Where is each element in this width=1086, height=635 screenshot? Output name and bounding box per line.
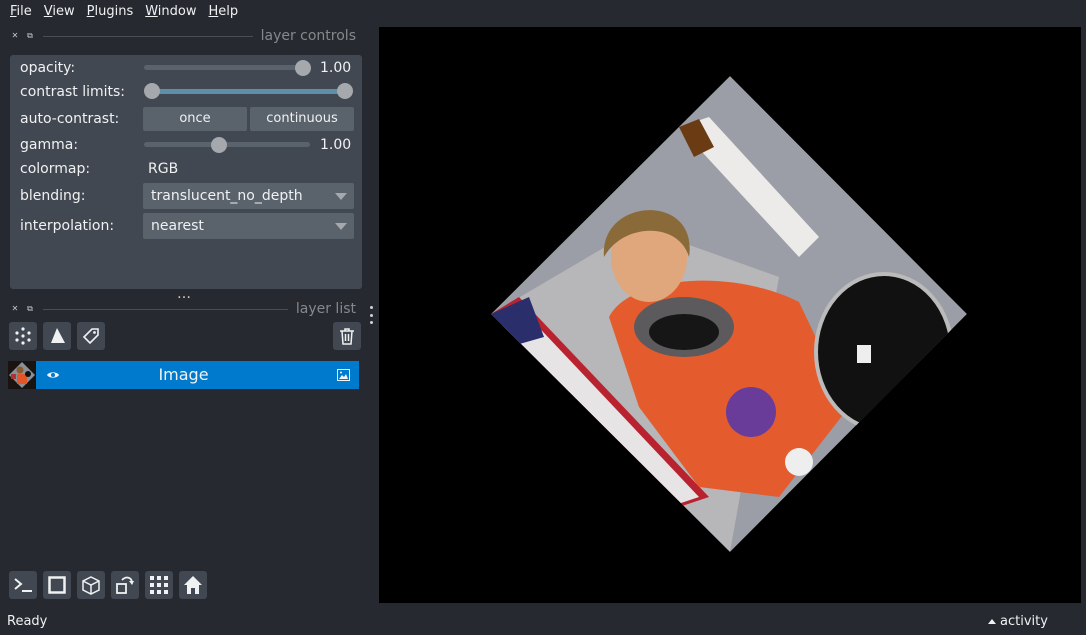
- interpolation-label: interpolation:: [20, 218, 115, 234]
- interpolation-select[interactable]: nearest: [143, 213, 354, 239]
- dock-close-icon[interactable]: ✕: [10, 304, 20, 314]
- grid-icon: [150, 576, 168, 594]
- dock-splitter-handle[interactable]: …: [177, 287, 191, 301]
- opacity-slider[interactable]: [144, 65, 310, 70]
- gamma-slider[interactable]: [144, 142, 310, 147]
- menu-file-label: ile: [16, 4, 32, 19]
- transpose-3d-button[interactable]: [77, 571, 105, 599]
- more-options-icon[interactable]: [368, 306, 374, 324]
- trash-icon: [340, 328, 354, 345]
- contrast-limits-label: contrast limits:: [20, 84, 125, 100]
- gamma-slider-handle[interactable]: [211, 137, 227, 153]
- contrast-limits-slider[interactable]: [152, 89, 345, 94]
- menu-help[interactable]: Help: [203, 0, 245, 24]
- activity-button[interactable]: activity: [988, 614, 1048, 629]
- home-button[interactable]: [179, 571, 207, 599]
- roll-icon: [116, 576, 134, 594]
- points-icon: [15, 327, 31, 345]
- colormap-value: RGB: [148, 161, 179, 177]
- colormap-label: colormap:: [20, 161, 91, 177]
- dropdown-arrow-icon: [335, 193, 347, 200]
- blending-value: translucent_no_depth: [151, 188, 303, 204]
- menu-window-mnemonic: W: [145, 4, 158, 19]
- layer-name[interactable]: Image: [8, 361, 359, 389]
- dropdown-arrow-icon: [335, 223, 347, 230]
- menu-file[interactable]: File: [4, 0, 38, 24]
- viewer-canvas[interactable]: [379, 27, 1081, 603]
- auto-contrast-label: auto-contrast:: [20, 111, 120, 127]
- ndisplay-button[interactable]: [43, 571, 71, 599]
- grid-view-button[interactable]: [145, 571, 173, 599]
- gamma-value: 1.00: [320, 137, 352, 153]
- menu-plugins-label: lugins: [94, 4, 134, 19]
- menu-window[interactable]: Window: [139, 0, 202, 24]
- menu-view-label: iew: [52, 4, 75, 19]
- auto-contrast-once-button[interactable]: once: [143, 107, 247, 131]
- layer-list-titlebar: ✕ ⧉ layer list: [10, 300, 356, 318]
- ndisplay-icon: [48, 576, 66, 594]
- auto-contrast-continuous-button[interactable]: continuous: [250, 107, 354, 131]
- layer-controls-panel: opacity: 1.00 contrast limits: auto-cont…: [10, 55, 362, 289]
- activity-label: activity: [1000, 614, 1048, 629]
- interpolation-value: nearest: [151, 218, 204, 234]
- gamma-label: gamma:: [20, 137, 79, 153]
- title-divider: [43, 35, 253, 37]
- dock-close-icon[interactable]: ✕: [10, 31, 20, 41]
- new-labels-layer-button[interactable]: [77, 322, 105, 350]
- menu-plugins[interactable]: Plugins: [81, 0, 140, 24]
- menu-window-label: indow: [157, 4, 197, 19]
- layer-list-title: layer list: [295, 301, 356, 317]
- contrast-limits-low-handle[interactable]: [144, 83, 160, 99]
- menu-help-mnemonic: H: [208, 4, 219, 19]
- shapes-icon: [51, 328, 65, 343]
- console-icon: [14, 578, 32, 592]
- labels-icon: [82, 328, 99, 345]
- 3d-cube-icon: [82, 576, 100, 595]
- rotated-image-layer: [491, 76, 967, 552]
- layer-item-image[interactable]: Image: [8, 361, 359, 389]
- blending-label: blending:: [20, 188, 86, 204]
- contrast-limits-high-handle[interactable]: [337, 83, 353, 99]
- menu-view[interactable]: View: [38, 0, 81, 24]
- image-icon: [337, 369, 350, 381]
- dock-float-icon[interactable]: ⧉: [25, 31, 35, 41]
- opacity-slider-handle[interactable]: [295, 60, 311, 76]
- menu-bar: File View Plugins Window Help: [0, 0, 1086, 24]
- chevron-up-icon: [988, 619, 996, 624]
- home-icon: [184, 576, 202, 594]
- layer-controls-title: layer controls: [260, 28, 356, 44]
- dock-float-icon[interactable]: ⧉: [25, 304, 35, 314]
- console-button[interactable]: [9, 571, 37, 599]
- opacity-value: 1.00: [320, 60, 352, 76]
- menu-help-label: elp: [218, 4, 239, 19]
- status-text: Ready: [7, 614, 48, 629]
- new-shapes-layer-button[interactable]: [43, 322, 71, 350]
- layer-controls-titlebar: ✕ ⧉ layer controls: [10, 27, 356, 45]
- blending-select[interactable]: translucent_no_depth: [143, 183, 354, 209]
- delete-layer-button[interactable]: [333, 322, 361, 350]
- opacity-label: opacity:: [20, 60, 76, 76]
- roll-dims-button[interactable]: [111, 571, 139, 599]
- new-points-layer-button[interactable]: [9, 322, 37, 350]
- title-divider: [43, 308, 288, 310]
